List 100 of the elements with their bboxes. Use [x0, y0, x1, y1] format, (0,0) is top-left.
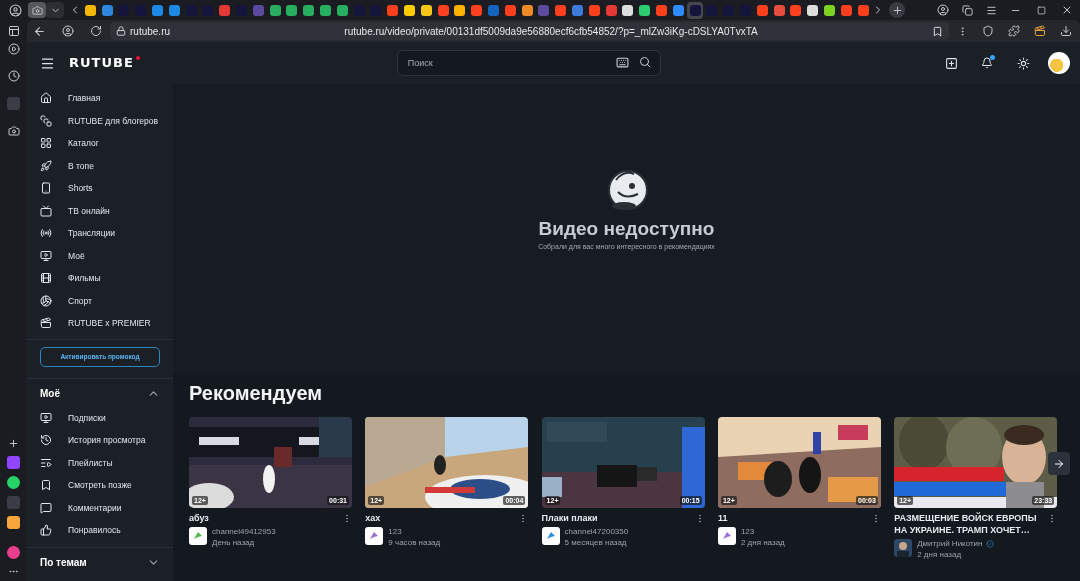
- lock-icon: [116, 26, 126, 36]
- sidebar-label: Смотреть позже: [68, 480, 132, 491]
- sidebar-label: Главная: [68, 93, 101, 104]
- section-title: Рекомендуем: [189, 382, 324, 406]
- ball-icon: [40, 294, 52, 307]
- channel-name[interactable]: 123: [740, 527, 755, 536]
- bookmark-icon[interactable]: [932, 25, 943, 37]
- upload-date: 2 дня назад: [740, 538, 785, 547]
- channel-avatar: [365, 527, 384, 545]
- tabs-panel-icon[interactable]: [7, 25, 20, 37]
- next-button[interactable]: [1048, 452, 1070, 475]
- rocket-icon: [40, 159, 52, 172]
- search-field[interactable]: Поиск: [396, 50, 661, 76]
- history-icon: [40, 434, 52, 447]
- camera-icon: [31, 4, 43, 16]
- sidebar-item[interactable]: Плейлисты: [27, 451, 173, 474]
- sidebar-item[interactable]: Главная: [27, 87, 173, 110]
- sidebar-item[interactable]: Подписки: [27, 406, 173, 429]
- sidebar-item[interactable]: История просмотра: [27, 429, 173, 452]
- thumbs-up-icon: [40, 524, 52, 537]
- new-tab-button[interactable]: [889, 2, 906, 18]
- grid-icon: [40, 137, 52, 150]
- logo: RUTUBE: [69, 55, 140, 71]
- sidebar-item[interactable]: В топе: [27, 154, 173, 177]
- play-icon[interactable]: [7, 43, 20, 55]
- monitor-play-icon: [40, 411, 52, 424]
- channel-avatar: [894, 539, 913, 557]
- arrow-right-icon: [1053, 457, 1065, 470]
- channel-avatar: [541, 527, 560, 545]
- sidebar-item[interactable]: Фильмы: [27, 267, 173, 290]
- sidebar-label: Shorts: [68, 183, 93, 194]
- keyboard-icon[interactable]: [615, 56, 629, 69]
- url-text: rutube.ru/video/private/00131df5009da9e56880ecf6cfb54852/?p=_mlZw3iKg-cDSLYA0TvxTA: [343, 25, 759, 37]
- sidebar-item[interactable]: RUTUBE x PREMIER: [27, 312, 173, 335]
- channel-avatar: [189, 527, 207, 545]
- sidebar-label: Фильмы: [68, 273, 101, 284]
- sidebar-item[interactable]: Спорт: [27, 289, 173, 312]
- sidebar-item[interactable]: Понравилось: [27, 519, 173, 542]
- sidebar-label: ТВ онлайн: [68, 205, 110, 216]
- maximize-icon[interactable]: [1036, 5, 1046, 15]
- mail-icon[interactable]: [7, 516, 20, 529]
- video-title[interactable]: РАЗМЕЩЕНИЕ ВОЙСК ЕВРОПЫ НА УКРАИНЕ. ТРАМП ХОЧЕТ…: [894, 512, 1045, 536]
- video-title[interactable]: хах: [365, 512, 516, 524]
- reload-icon[interactable]: [90, 25, 102, 37]
- add-icon[interactable]: [8, 438, 19, 449]
- sidebar-label: RUTUBE x PREMIER: [68, 318, 151, 329]
- back-icon[interactable]: [33, 24, 46, 38]
- sidebar-item[interactable]: Shorts: [27, 177, 173, 200]
- copy-icon[interactable]: [961, 4, 973, 16]
- bookmark-icon: [40, 479, 52, 492]
- sidebar-label: Понравилось: [68, 525, 121, 536]
- verified-icon: [985, 539, 994, 548]
- film-icon: [40, 272, 52, 285]
- upload-date: 5 месяцев назад: [564, 538, 628, 547]
- app-icon[interactable]: [7, 546, 20, 559]
- sidebar-label: Моё: [68, 250, 85, 261]
- app-icon[interactable]: [7, 476, 20, 489]
- sidebar-item[interactable]: Смотреть позже: [27, 474, 173, 497]
- address-field[interactable]: rutube.ru rutube.ru/video/private/00131df5009da9e56880ecf6cfb54852/?p=_mlZw3iKg-cDSLYA0TvxTA: [110, 22, 949, 40]
- clock-icon[interactable]: [7, 70, 20, 82]
- video-title[interactable]: Плаки плаки: [541, 512, 692, 524]
- comment-icon: [40, 501, 52, 514]
- camera-icon[interactable]: [7, 125, 20, 137]
- download-icon[interactable]: [1060, 25, 1072, 37]
- sidebar-label: Спорт: [68, 295, 92, 306]
- section-header[interactable]: По темам: [27, 549, 173, 576]
- sidebar-item[interactable]: Каталог: [27, 132, 173, 155]
- sidebar-item[interactable]: RUTUBE для блогеров: [27, 109, 173, 132]
- tab-group-button[interactable]: [28, 2, 46, 18]
- extension-icon[interactable]: [1034, 25, 1046, 37]
- channel-name[interactable]: channel49412953: [212, 527, 276, 536]
- sidebar-item[interactable]: Комментарии: [27, 496, 173, 519]
- tab-list-button[interactable]: [46, 2, 64, 18]
- video-title[interactable]: абуз: [189, 512, 339, 524]
- domain-text: rutube.ru: [130, 25, 171, 37]
- sidebar-label: История просмотра: [68, 435, 146, 446]
- channel-name[interactable]: Дмитрий Никотин: [917, 539, 983, 548]
- video-title[interactable]: 11: [717, 512, 868, 524]
- section-header[interactable]: Моё: [27, 380, 173, 407]
- shield-icon[interactable]: [982, 25, 994, 37]
- home-icon: [40, 92, 52, 105]
- sidebar-label: Плейлисты: [68, 457, 113, 468]
- section-title: Моё: [40, 388, 60, 399]
- channel-name[interactable]: channel47200350: [564, 527, 629, 536]
- close-icon[interactable]: [1061, 4, 1073, 16]
- profile-icon[interactable]: [937, 4, 949, 16]
- search-icon[interactable]: [638, 56, 651, 68]
- menu-icon[interactable]: [40, 55, 55, 71]
- channel-name[interactable]: 123: [388, 527, 402, 536]
- browser-logo-icon: [8, 2, 22, 18]
- monitor-play-icon: [40, 249, 52, 262]
- menu-icon[interactable]: [985, 4, 997, 16]
- sidebar-label: В топе: [68, 160, 94, 171]
- radio-icon: [40, 227, 52, 240]
- extension-icon[interactable]: [1008, 25, 1020, 37]
- tv-icon: [40, 204, 52, 217]
- sidebar-item[interactable]: ТВ онлайн: [27, 199, 173, 222]
- sidebar-item[interactable]: Трансляции: [27, 222, 173, 245]
- avatar[interactable]: [1048, 52, 1070, 74]
- sidebar-item[interactable]: Моё: [27, 244, 173, 267]
